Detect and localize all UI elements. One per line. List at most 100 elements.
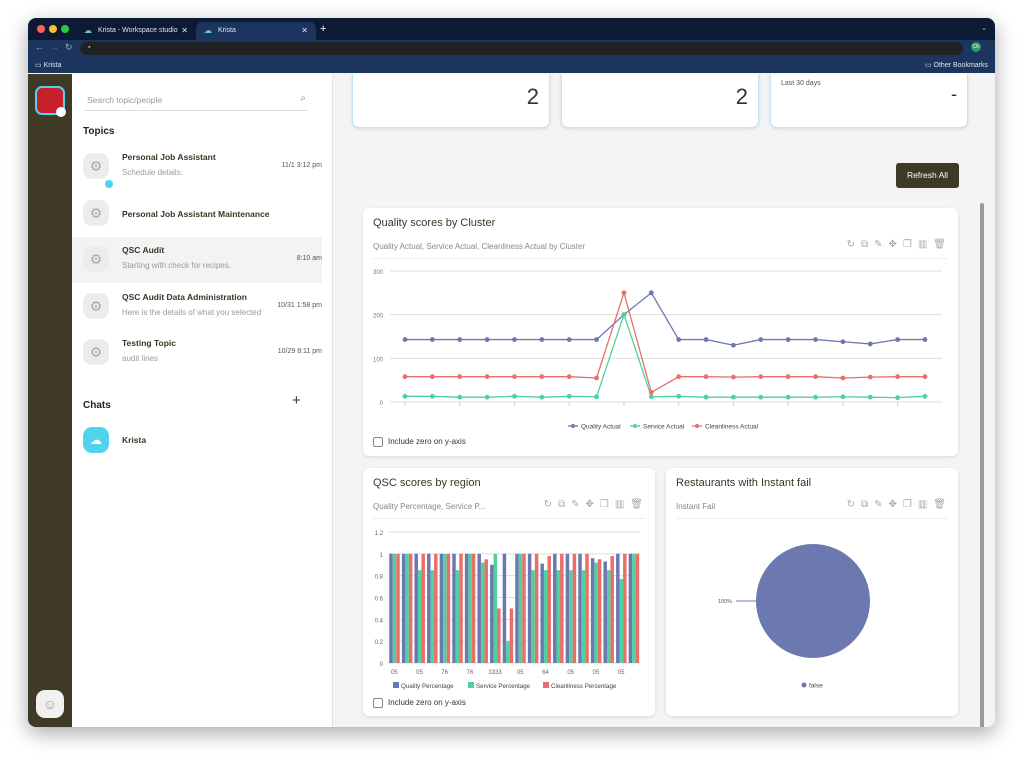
data-point xyxy=(402,337,408,342)
move-icon[interactable]: ✥ xyxy=(888,499,902,510)
bar-chart-icon[interactable]: ▥ xyxy=(918,239,933,250)
forward-button[interactable]: → xyxy=(50,42,59,52)
bar xyxy=(560,553,564,663)
bar xyxy=(522,553,526,663)
refresh-all-button[interactable]: Refresh All xyxy=(896,163,959,188)
checkbox-label: Include zero on y-axis xyxy=(388,437,466,447)
chat-name: Krista xyxy=(122,435,147,445)
search-placeholder: Search topic/people xyxy=(87,95,163,105)
maximize-window-button[interactable] xyxy=(61,25,69,33)
data-point xyxy=(539,337,545,342)
bookmark-krista[interactable]: ▭ Krista xyxy=(35,61,61,69)
refresh-icon[interactable]: ↻ xyxy=(544,499,558,510)
legend-marker xyxy=(633,424,637,428)
bar-chart-icon[interactable]: ▥ xyxy=(615,499,630,510)
legend-label: false xyxy=(809,683,823,690)
data-point xyxy=(703,374,709,380)
copy-icon[interactable]: ❐ xyxy=(903,499,918,510)
data-point xyxy=(785,337,791,342)
bar-chart-icon[interactable]: ▥ xyxy=(918,499,933,510)
copy-icon[interactable]: ❐ xyxy=(903,239,918,250)
add-chat-button[interactable]: + xyxy=(292,392,301,409)
bar xyxy=(459,553,463,663)
data-point xyxy=(566,374,572,380)
include-zero-checkbox[interactable]: Include zero on y-axis xyxy=(373,437,466,447)
x-tick-label: 05 xyxy=(593,670,600,676)
trash-icon[interactable]: 🗑 xyxy=(630,499,649,510)
data-point xyxy=(457,394,463,400)
dashboard: 2 2 Last 30 days - Refresh All Quality s… xyxy=(334,74,995,727)
refresh-icon[interactable]: ↻ xyxy=(847,499,861,510)
scrollbar[interactable] xyxy=(980,203,984,727)
bar xyxy=(556,570,561,663)
search-field[interactable]: Search topic/people ⌕ xyxy=(84,92,308,111)
expand-icon[interactable]: ⧉ xyxy=(558,499,571,510)
data-point xyxy=(840,339,846,345)
checkbox-box[interactable] xyxy=(373,437,383,447)
edit-icon[interactable]: ✎ xyxy=(874,499,888,510)
topic-item[interactable]: ⚙ Personal Job Assistant Schedule details:… xyxy=(72,144,322,190)
bar xyxy=(632,553,636,663)
copy-icon[interactable]: ❐ xyxy=(600,499,615,510)
topic-item[interactable]: ⚙ QSC Audit Starting with check for recipe… xyxy=(72,237,322,283)
bar xyxy=(578,553,582,663)
tab-label: Krista - Workspace studio xyxy=(98,27,178,34)
data-point xyxy=(457,337,463,342)
bar xyxy=(547,556,551,663)
data-point xyxy=(621,312,627,318)
bar xyxy=(439,553,444,663)
topic-item[interactable]: ⚙ Testing Topic audit lines 10/29 8:11 pm xyxy=(72,330,322,376)
topic-subtitle: Schedule details: xyxy=(122,168,183,177)
data-point xyxy=(566,393,572,399)
data-point xyxy=(922,374,928,380)
bar xyxy=(594,562,598,663)
legend-marker xyxy=(393,682,399,688)
chart-title: QSC scores by region xyxy=(373,477,481,489)
bookmark-label: Krista xyxy=(43,62,62,69)
refresh-icon[interactable]: ↻ xyxy=(847,239,861,250)
new-tab-button[interactable]: + xyxy=(320,23,326,35)
legend-marker xyxy=(571,424,575,428)
include-zero-checkbox[interactable]: Include zero on y-axis xyxy=(373,698,466,708)
trash-icon[interactable]: 🗑 xyxy=(933,499,952,510)
profile-avatar[interactable]: CK xyxy=(971,42,981,52)
bar xyxy=(392,553,397,663)
tab-krista[interactable]: ☁ Krista ✕ xyxy=(196,22,316,40)
reload-button[interactable]: ↻ xyxy=(65,42,73,53)
address-bar[interactable]: ▪ xyxy=(80,42,963,55)
x-tick-label: 05 xyxy=(391,670,398,676)
minimize-window-button[interactable] xyxy=(49,25,57,33)
expand-icon[interactable]: ⧉ xyxy=(861,239,874,250)
bar xyxy=(468,553,472,663)
bar xyxy=(443,553,447,663)
stat-value: 2 xyxy=(526,84,539,109)
move-icon[interactable]: ✥ xyxy=(888,239,902,250)
data-point xyxy=(758,394,764,400)
topic-title: QSC Audit xyxy=(122,245,165,255)
checkbox-box[interactable] xyxy=(373,698,383,708)
chat-item-krista[interactable]: ☁ Krista xyxy=(72,424,322,456)
bar xyxy=(477,553,481,663)
topic-item[interactable]: ⚙ Personal Job Assistant Maintenance xyxy=(72,191,322,237)
expand-icon[interactable]: ⧉ xyxy=(861,499,874,510)
search-icon[interactable]: ⌕ xyxy=(300,93,306,104)
move-icon[interactable]: ✥ xyxy=(585,499,599,510)
tab-list-chevron-icon[interactable]: ⌄ xyxy=(981,24,987,32)
topic-item[interactable]: ⚙ QSC Audit Data Administration Here is th… xyxy=(72,284,322,330)
user-profile-icon[interactable]: ☺ xyxy=(36,690,64,718)
close-tab-icon[interactable]: ✕ xyxy=(301,26,308,35)
trash-icon[interactable]: 🗑 xyxy=(933,239,952,250)
edit-icon[interactable]: ✎ xyxy=(571,499,585,510)
back-button[interactable]: ← xyxy=(35,42,44,52)
edit-icon[interactable]: ✎ xyxy=(874,239,888,250)
close-window-button[interactable] xyxy=(37,25,45,33)
tab-workspace-studio[interactable]: ☁ Krista - Workspace studio ✕ xyxy=(76,22,196,40)
bar xyxy=(455,570,460,663)
other-bookmarks[interactable]: ▭ Other Bookmarks xyxy=(925,61,988,69)
slice-label: 100% xyxy=(718,599,732,605)
close-tab-icon[interactable]: ✕ xyxy=(181,26,188,35)
bar xyxy=(527,553,532,663)
data-point xyxy=(676,393,682,399)
bar xyxy=(518,553,523,663)
bar xyxy=(623,553,627,663)
